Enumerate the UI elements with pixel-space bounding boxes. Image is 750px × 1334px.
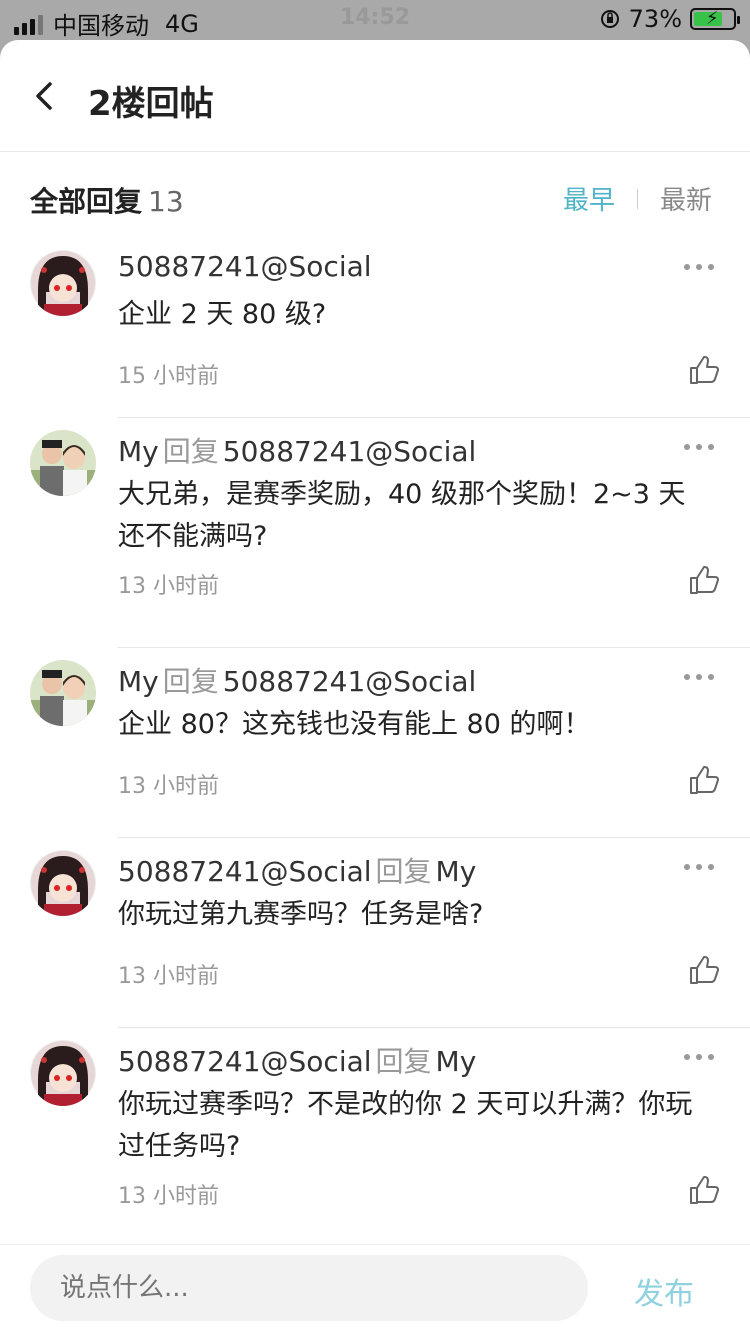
avatar[interactable] xyxy=(30,250,96,316)
back-chevron-icon[interactable] xyxy=(26,76,66,116)
reply-target-username[interactable]: My xyxy=(436,855,477,888)
reply-header: My 回复 50887241@Social xyxy=(118,430,476,470)
reply-content: 大兄弟，是赛季奖励，40 级那个奖励！2~3 天还不能满吗? xyxy=(118,479,686,552)
reply-header: 50887241@Social 回复 My xyxy=(118,1040,476,1080)
username[interactable]: 50887241@Social xyxy=(118,855,372,888)
reply-item[interactable]: 50887241@Social 回复 My 你玩过赛季吗？不是改的你 2 天可以升满？… xyxy=(0,1028,750,1258)
reply-verb: 回复 xyxy=(375,1045,432,1078)
reply-item[interactable]: My 回复 50887241@Social 企业 80？这充钱也没有能上 80 的啊！… xyxy=(0,648,750,838)
username[interactable]: 50887241@Social xyxy=(118,1045,372,1078)
avatar[interactable] xyxy=(30,850,96,916)
thumbs-up-icon[interactable] xyxy=(688,564,720,596)
reply-timestamp: 13 小时前 xyxy=(118,574,219,599)
reply-item[interactable]: 50887241@Social 企业 2 天 80 级? 15 小时前 xyxy=(0,238,750,418)
all-replies-label: 全部回复 13 xyxy=(30,180,184,220)
publish-button[interactable]: 发布 xyxy=(634,1269,694,1313)
more-options-icon[interactable] xyxy=(684,1052,714,1062)
battery-percent: 73% xyxy=(628,5,682,33)
orientation-lock-icon xyxy=(600,10,619,28)
more-options-icon[interactable] xyxy=(684,672,714,682)
thumbs-up-icon[interactable] xyxy=(688,354,720,386)
reply-header: 50887241@Social xyxy=(118,250,372,283)
thumbs-up-icon[interactable] xyxy=(688,764,720,796)
reply-verb: 回复 xyxy=(162,435,219,468)
reply-timestamp: 15 小时前 xyxy=(118,364,219,389)
composer-bar: 发布 xyxy=(0,1244,750,1334)
page-title: 2楼回帖 xyxy=(88,84,214,124)
status-bar: 中国移动 4G 14:52 73% ⚡ xyxy=(0,0,750,40)
reply-count: 13 xyxy=(148,185,184,218)
reply-timestamp: 13 小时前 xyxy=(118,1184,219,1209)
charging-bolt-icon: ⚡ xyxy=(706,8,719,29)
reply-item[interactable]: 50887241@Social 回复 My 你玩过第九赛季吗？任务是啥? 13 小时前 xyxy=(0,838,750,1028)
reply-verb: 回复 xyxy=(162,665,219,698)
avatar[interactable] xyxy=(30,1040,96,1106)
reply-sheet: 2楼回帖 全部回复 13 最早 最新 50887241@Social 企业 2 天 … xyxy=(0,40,750,1334)
reply-header: 50887241@Social 回复 My xyxy=(118,850,476,890)
sort-divider xyxy=(636,188,638,209)
more-options-icon[interactable] xyxy=(684,862,714,872)
thumbs-up-icon[interactable] xyxy=(688,954,720,986)
status-right: 73% ⚡ xyxy=(599,5,740,33)
thumbs-up-icon[interactable] xyxy=(688,1174,720,1206)
sort-toggle: 最早 最新 xyxy=(563,180,712,217)
reply-target-username[interactable]: 50887241@Social xyxy=(223,435,477,468)
avatar[interactable] xyxy=(30,430,96,496)
reply-item[interactable]: My 回复 50887241@Social 大兄弟，是赛季奖励，40 级那个奖励！2~… xyxy=(0,418,750,648)
reply-timestamp: 13 小时前 xyxy=(118,774,219,799)
reply-content: 企业 80？这充钱也没有能上 80 的啊！ xyxy=(118,709,591,740)
username[interactable]: 50887241@Social xyxy=(118,250,372,283)
sort-earliest-button[interactable]: 最早 xyxy=(563,180,615,217)
reply-verb: 回复 xyxy=(375,855,432,888)
sort-latest-button[interactable]: 最新 xyxy=(660,180,712,217)
reply-content: 你玩过赛季吗？不是改的你 2 天可以升满？你玩过任务吗? xyxy=(118,1089,693,1162)
navbar: 2楼回帖 xyxy=(0,40,750,152)
avatar[interactable] xyxy=(30,660,96,726)
more-options-icon[interactable] xyxy=(684,442,714,452)
reply-header: My 回复 50887241@Social xyxy=(118,660,476,700)
reply-content: 企业 2 天 80 级? xyxy=(118,299,327,330)
username[interactable]: My xyxy=(118,665,159,698)
reply-timestamp: 13 小时前 xyxy=(118,964,219,989)
reply-target-username[interactable]: 50887241@Social xyxy=(223,665,477,698)
reply-content: 你玩过第九赛季吗？任务是啥? xyxy=(118,899,484,930)
comment-input[interactable] xyxy=(30,1255,588,1321)
more-options-icon[interactable] xyxy=(684,262,714,272)
reply-target-username[interactable]: My xyxy=(436,1045,477,1078)
all-replies-text: 全部回复 xyxy=(30,185,143,218)
battery-icon: ⚡ xyxy=(690,8,740,30)
replies-header: 全部回复 13 最早 最新 xyxy=(0,152,750,238)
username[interactable]: My xyxy=(118,435,159,468)
